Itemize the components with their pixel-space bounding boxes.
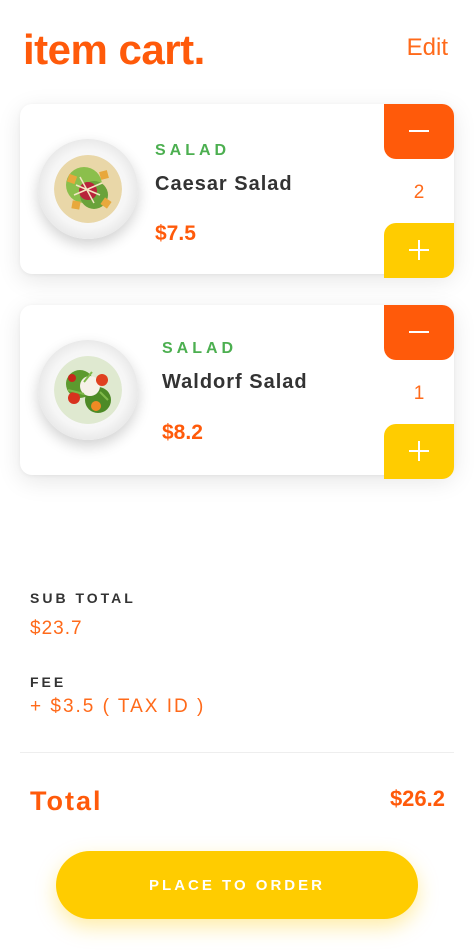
item-price: $7.5 <box>155 222 196 245</box>
item-image <box>38 139 138 239</box>
divider <box>20 752 454 753</box>
cart-item-card: SALAD Waldorf Salad $8.2 1 <box>20 305 454 479</box>
minus-icon <box>409 331 429 333</box>
total-label: Total <box>30 786 103 816</box>
quantity-stepper: 1 <box>384 305 454 479</box>
fee-value: + $3.5 ( TAX ID ) <box>30 696 206 717</box>
decrease-quantity-button[interactable] <box>384 305 454 360</box>
item-quantity: 2 <box>413 182 425 203</box>
subtotal-label: SUB TOTAL <box>30 590 136 606</box>
item-name: Caesar Salad <box>155 173 293 195</box>
increase-quantity-button[interactable] <box>384 424 454 479</box>
page-title: item cart. <box>23 26 205 73</box>
item-price: $8.2 <box>162 421 203 444</box>
total-value: $26.2 <box>389 786 445 811</box>
cart-item-card: SALAD Caesar Salad $7.5 2 <box>20 104 454 278</box>
item-category: SALAD <box>155 142 231 159</box>
subtotal-value: $23.7 <box>30 618 83 639</box>
salad-image <box>54 356 122 424</box>
place-order-label: PLACE TO ORDER <box>149 876 325 894</box>
item-name: Waldorf Salad <box>162 371 308 393</box>
increase-quantity-button[interactable] <box>384 223 454 278</box>
item-image <box>38 340 138 440</box>
salad-image <box>54 155 122 223</box>
edit-button[interactable]: Edit <box>407 34 448 62</box>
place-order-button[interactable]: PLACE TO ORDER <box>56 851 418 919</box>
quantity-stepper: 2 <box>384 104 454 278</box>
minus-icon <box>409 130 429 132</box>
decrease-quantity-button[interactable] <box>384 104 454 159</box>
fee-label: FEE <box>30 674 67 690</box>
item-quantity: 1 <box>413 383 425 404</box>
item-category: SALAD <box>162 340 238 357</box>
